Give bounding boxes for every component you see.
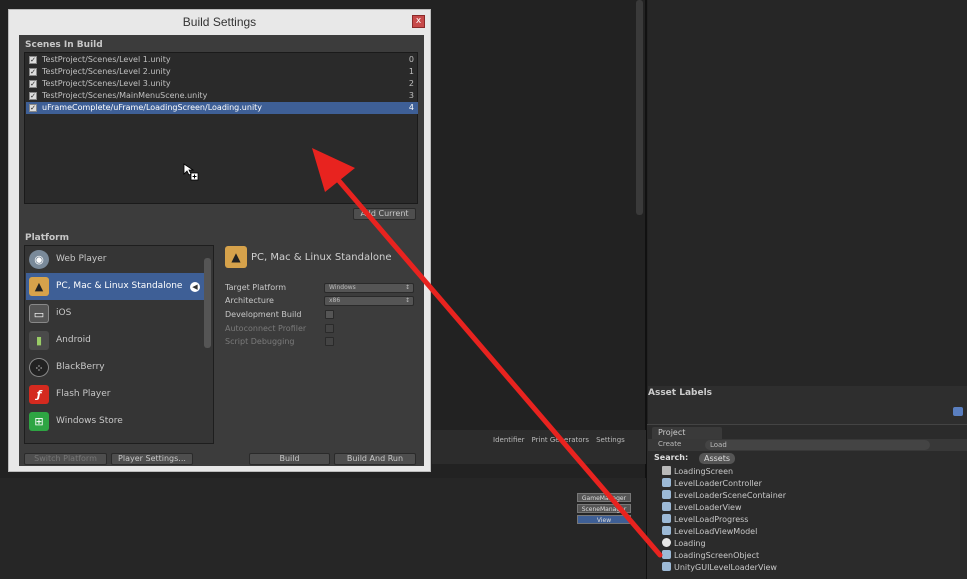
script-debugging-checkbox[interactable] bbox=[325, 337, 334, 346]
script-icon bbox=[662, 490, 671, 499]
add-current-button[interactable]: Add Current bbox=[353, 208, 416, 220]
platform-item-ios[interactable]: ▭ iOS bbox=[26, 300, 204, 327]
unity-logo-icon: ◀ bbox=[190, 282, 200, 292]
selected-platform-title: PC, Mac & Linux Standalone bbox=[251, 252, 392, 263]
drag-cursor-icon bbox=[183, 163, 199, 181]
web-player-icon: ◉ bbox=[29, 250, 49, 269]
scene-checkbox[interactable]: ✓ bbox=[29, 56, 37, 64]
build-settings-body: Scenes In Build ✓ TestProject/Scenes/Lev… bbox=[19, 35, 424, 466]
settings-tab[interactable]: Settings bbox=[596, 436, 625, 444]
scene-index: 1 bbox=[408, 67, 414, 76]
asset-item[interactable]: LoadingScreen bbox=[662, 466, 733, 478]
folder-icon bbox=[662, 466, 671, 475]
scene-checkbox[interactable]: ✓ bbox=[29, 104, 37, 112]
architecture-select[interactable]: x86 ↕ bbox=[324, 296, 414, 306]
asset-item[interactable]: Loading bbox=[662, 538, 706, 550]
asset-item[interactable]: LevelLoaderView bbox=[662, 502, 742, 514]
scene-path: TestProject/Scenes/Level 2.unity bbox=[42, 67, 171, 76]
platform-header: Platform bbox=[25, 233, 69, 243]
game-manager-node[interactable]: GameManager bbox=[577, 493, 631, 502]
android-icon: ▮ bbox=[29, 331, 49, 350]
standalone-icon: ▲ bbox=[225, 246, 247, 268]
asset-item[interactable]: LevelLoadProgress bbox=[662, 514, 748, 526]
window-title: Build Settings bbox=[182, 15, 257, 29]
scene-index: 0 bbox=[408, 55, 414, 64]
platform-item-android[interactable]: ▮ Android bbox=[26, 327, 204, 354]
editor-scrollbar[interactable] bbox=[636, 0, 643, 215]
autoconnect-profiler-checkbox[interactable] bbox=[325, 324, 334, 333]
platform-scrollbar[interactable] bbox=[204, 258, 211, 348]
chevron-updown-icon: ↕ bbox=[404, 284, 410, 291]
scene-row[interactable]: ✓ TestProject/Scenes/Level 1.unity 0 bbox=[26, 54, 418, 66]
development-build-label: Development Build bbox=[225, 310, 302, 319]
tab-project[interactable]: Project bbox=[652, 427, 722, 439]
script-icon bbox=[662, 502, 671, 511]
unity-scene-icon bbox=[662, 538, 671, 547]
view-node[interactable]: View bbox=[577, 515, 631, 524]
flash-icon: ƒ bbox=[29, 385, 49, 404]
scene-manager-node[interactable]: SceneManager bbox=[577, 504, 631, 513]
scene-row[interactable]: ✓ TestProject/Scenes/Level 2.unity 1 bbox=[26, 66, 418, 78]
asset-item[interactable]: LevelLoaderSceneContainer bbox=[662, 490, 786, 502]
editor-bottom-area bbox=[0, 478, 646, 579]
asset-item[interactable]: LevelLoadViewModel bbox=[662, 526, 757, 538]
identifier-tab[interactable]: Identifier bbox=[493, 436, 525, 444]
asset-labels-header: Asset Labels bbox=[648, 388, 713, 398]
close-icon[interactable]: x bbox=[412, 15, 425, 28]
windows-store-icon: ⊞ bbox=[29, 412, 49, 431]
scene-row-selected[interactable]: ✓ uFrameComplete/uFrame/LoadingScreen/Lo… bbox=[26, 102, 418, 114]
scene-index: 4 bbox=[408, 103, 414, 112]
ios-icon: ▭ bbox=[29, 304, 49, 323]
architecture-label: Architecture bbox=[225, 296, 274, 305]
scene-row[interactable]: ✓ TestProject/Scenes/MainMenuScene.unity… bbox=[26, 90, 418, 102]
scene-path: TestProject/Scenes/MainMenuScene.unity bbox=[42, 91, 208, 100]
platform-item-blackberry[interactable]: ⁘ BlackBerry bbox=[26, 354, 204, 381]
scene-row[interactable]: ✓ TestProject/Scenes/Level 3.unity 2 bbox=[26, 78, 418, 90]
scene-index: 2 bbox=[408, 79, 414, 88]
scene-path: TestProject/Scenes/Level 1.unity bbox=[42, 55, 171, 64]
script-icon bbox=[662, 562, 671, 571]
search-label: Search: bbox=[654, 453, 689, 462]
blackberry-icon: ⁘ bbox=[29, 358, 49, 377]
project-search-input[interactable]: Load bbox=[705, 440, 930, 450]
chevron-updown-icon: ↕ bbox=[404, 297, 410, 304]
target-platform-select[interactable]: Windows ↕ bbox=[324, 283, 414, 293]
target-platform-label: Target Platform bbox=[225, 283, 287, 292]
standalone-icon: ▲ bbox=[29, 277, 49, 296]
platform-item-flash[interactable]: ƒ Flash Player bbox=[26, 381, 204, 408]
identifier-toolbar: Identifier Print Generators Settings bbox=[493, 436, 632, 444]
tag-icon[interactable] bbox=[953, 407, 963, 416]
scene-path: uFrameComplete/uFrame/LoadingScreen/Load… bbox=[42, 103, 263, 112]
print-generators-tab[interactable]: Print Generators bbox=[532, 436, 590, 444]
script-icon bbox=[662, 526, 671, 535]
build-and-run-button[interactable]: Build And Run bbox=[334, 453, 416, 465]
search-scope-assets[interactable]: Assets bbox=[699, 453, 736, 464]
script-icon bbox=[662, 550, 671, 559]
build-button[interactable]: Build bbox=[249, 453, 330, 465]
create-dropdown[interactable]: Create bbox=[658, 440, 681, 448]
scenes-in-build-header: Scenes In Build bbox=[25, 40, 103, 50]
scene-index: 3 bbox=[408, 91, 414, 100]
platform-list[interactable]: ◉ Web Player ▲ PC, Mac & Linux Standalon… bbox=[24, 245, 214, 444]
script-icon bbox=[662, 514, 671, 523]
platform-item-standalone[interactable]: ▲ PC, Mac & Linux Standalone ◀ bbox=[26, 273, 204, 300]
development-build-checkbox[interactable] bbox=[325, 310, 334, 319]
platform-item-windows-store[interactable]: ⊞ Windows Store bbox=[26, 408, 204, 435]
asset-item[interactable]: LoadingScreenObject bbox=[662, 550, 759, 562]
autoconnect-profiler-label: Autoconnect Profiler bbox=[225, 324, 307, 333]
scene-checkbox[interactable]: ✓ bbox=[29, 92, 37, 100]
player-settings-button[interactable]: Player Settings... bbox=[111, 453, 193, 465]
scene-path: TestProject/Scenes/Level 3.unity bbox=[42, 79, 171, 88]
scene-checkbox[interactable]: ✓ bbox=[29, 80, 37, 88]
asset-item[interactable]: UnityGUILevelLoaderView bbox=[662, 562, 777, 574]
asset-item[interactable]: LevelLoaderController bbox=[662, 478, 762, 490]
scenes-list[interactable]: ✓ TestProject/Scenes/Level 1.unity 0 ✓ T… bbox=[24, 52, 418, 204]
platform-item-web-player[interactable]: ◉ Web Player bbox=[26, 246, 204, 273]
editor-background-right bbox=[648, 0, 967, 386]
script-debugging-label: Script Debugging bbox=[225, 337, 295, 346]
scene-checkbox[interactable]: ✓ bbox=[29, 68, 37, 76]
switch-platform-button[interactable]: Switch Platform bbox=[24, 453, 107, 465]
script-icon bbox=[662, 478, 671, 487]
build-settings-window: Build Settings x Scenes In Build ✓ TestP… bbox=[8, 9, 431, 472]
